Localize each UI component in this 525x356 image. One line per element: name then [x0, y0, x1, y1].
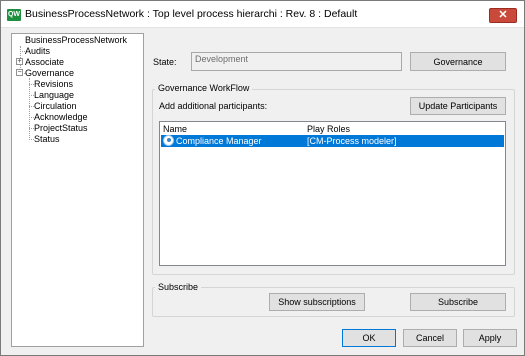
governance-dialog: QW BusinessProcessNetwork : Top level pr…: [0, 0, 525, 356]
ok-button[interactable]: OK: [342, 329, 396, 347]
tree-item-status[interactable]: Status: [34, 134, 60, 145]
show-subscriptions-button[interactable]: Show subscriptions: [269, 293, 365, 311]
state-label: State:: [153, 57, 177, 67]
list-header: Name Play Roles: [160, 122, 505, 135]
subscribe-button[interactable]: Subscribe: [410, 293, 506, 311]
tree-item-revisions[interactable]: Revisions: [34, 79, 73, 90]
cancel-button[interactable]: Cancel: [403, 329, 457, 347]
navigation-tree[interactable]: BusinessProcessNetwork Audits + Associat…: [11, 33, 144, 347]
participants-list[interactable]: Name Play Roles Compliance Manager [CM-P…: [159, 121, 506, 266]
column-header-play-roles[interactable]: Play Roles: [307, 124, 350, 134]
app-logo-icon: QW: [7, 9, 21, 21]
expand-plus-icon[interactable]: +: [16, 58, 23, 65]
participants-label: Add additional participants:: [159, 101, 268, 111]
tree-item-language[interactable]: Language: [34, 90, 74, 101]
tree-item-governance[interactable]: Governance: [25, 68, 74, 79]
tree-item-acknowledge[interactable]: Acknowledge: [34, 112, 88, 123]
tree-connector: [29, 78, 30, 140]
tree-item-businessprocessnetwork[interactable]: BusinessProcessNetwork: [25, 35, 127, 46]
close-button[interactable]: ✕: [489, 8, 517, 23]
collapse-minus-icon[interactable]: −: [16, 69, 23, 76]
update-participants-button[interactable]: Update Participants: [410, 97, 506, 115]
state-field: Development: [191, 52, 402, 71]
participant-name: Compliance Manager: [176, 136, 262, 146]
table-row[interactable]: Compliance Manager [CM-Process modeler]: [161, 135, 504, 147]
apply-button[interactable]: Apply: [463, 329, 517, 347]
window-title: BusinessProcessNetwork : Top level proce…: [25, 8, 358, 20]
tree-item-projectstatus[interactable]: ProjectStatus: [34, 123, 88, 134]
governance-button[interactable]: Governance: [410, 52, 506, 71]
tree-item-associate[interactable]: Associate: [25, 57, 64, 68]
tree-item-circulation[interactable]: Circulation: [34, 101, 77, 112]
column-header-name[interactable]: Name: [163, 124, 187, 134]
participant-roles: [CM-Process modeler]: [307, 136, 397, 146]
subscribe-title: Subscribe: [155, 282, 202, 292]
user-role-icon: [163, 135, 174, 146]
governance-workflow-title: Governance WorkFlow: [155, 83, 253, 93]
tree-item-audits[interactable]: Audits: [25, 46, 50, 57]
title-bar[interactable]: QW BusinessProcessNetwork : Top level pr…: [1, 1, 524, 28]
state-value: Development: [195, 54, 249, 64]
